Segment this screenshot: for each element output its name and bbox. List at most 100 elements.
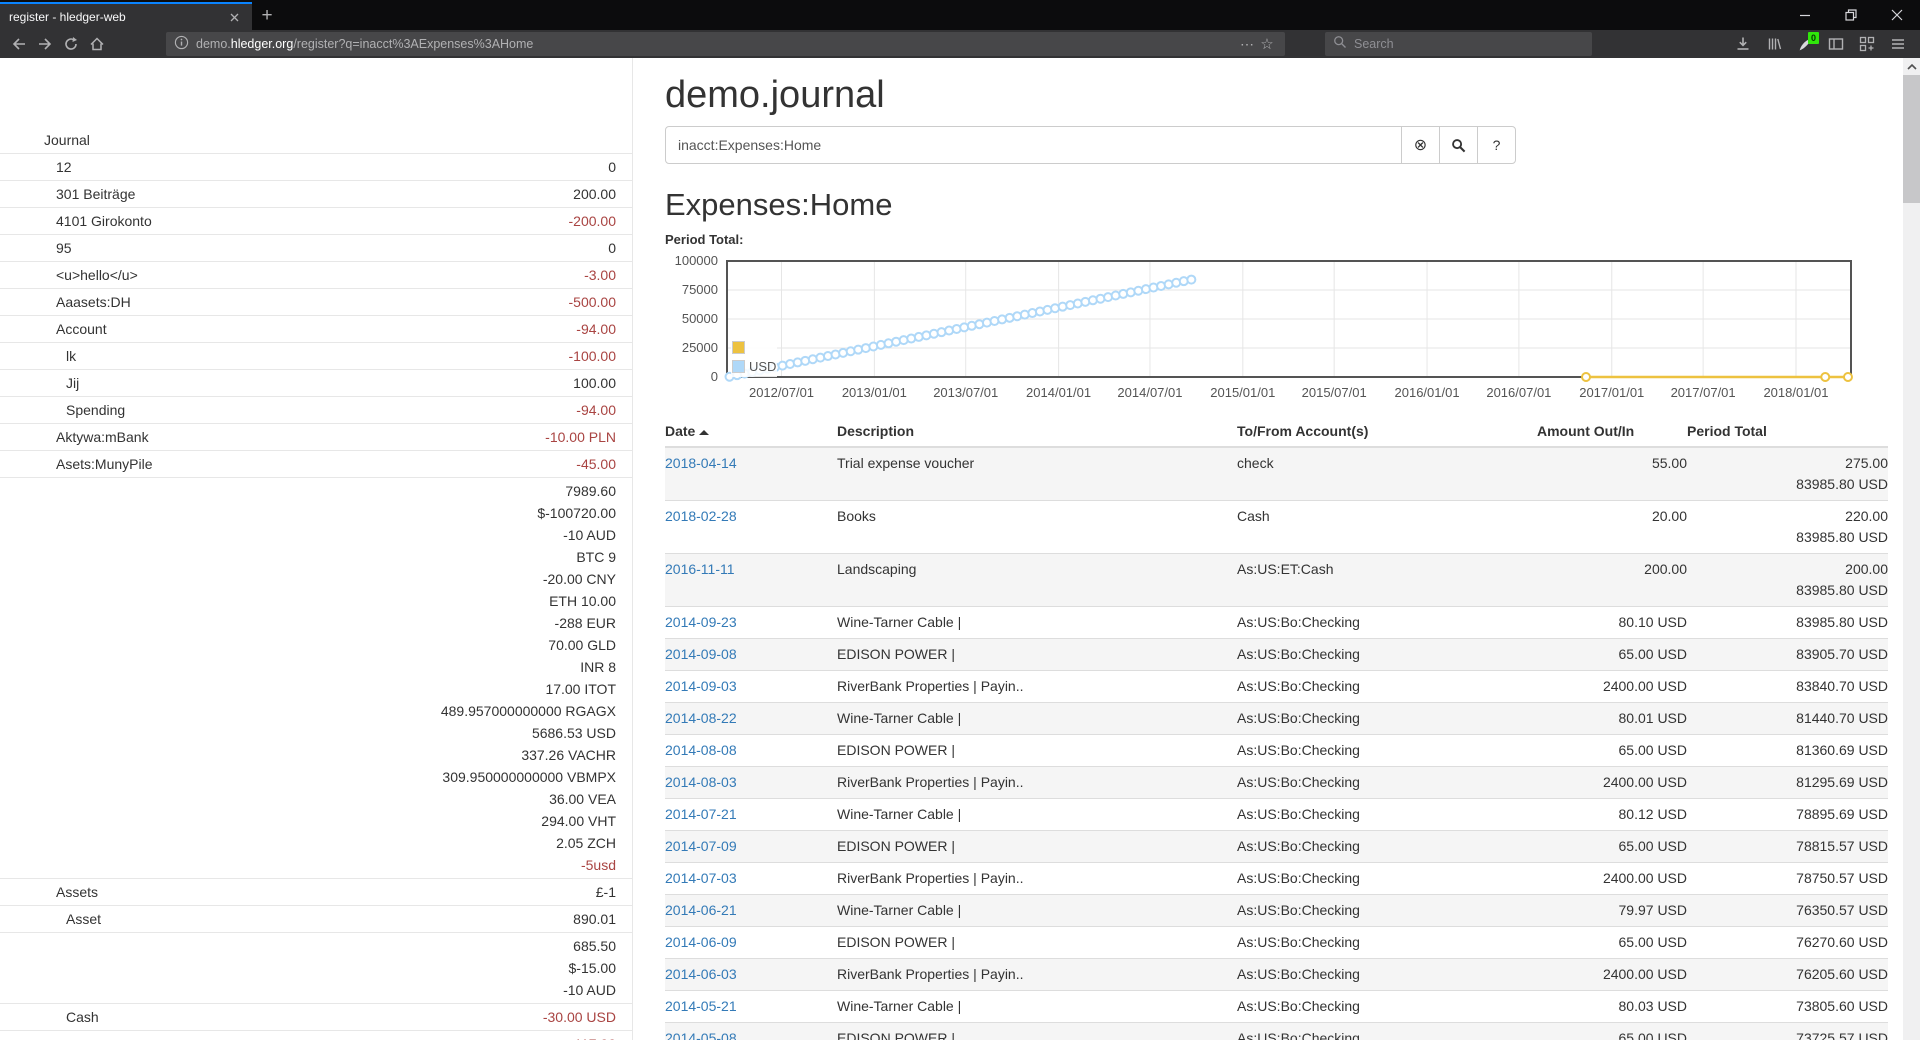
register-date-link[interactable]: 2014-06-21 bbox=[665, 902, 737, 918]
register-date-link[interactable]: 2014-07-21 bbox=[665, 806, 737, 822]
sidebar-account-link[interactable]: Aktywa:mBank bbox=[0, 426, 545, 448]
sidebar-account-link[interactable]: Spending bbox=[0, 399, 576, 421]
sidebar-account-link[interactable]: <u>hello</u> bbox=[0, 264, 584, 286]
page-scrollbar[interactable] bbox=[1903, 58, 1920, 1040]
register-account: As:US:Bo:Checking bbox=[1237, 735, 1537, 767]
register-date-link[interactable]: 2014-08-08 bbox=[665, 742, 737, 758]
balance-amount: INR 8 bbox=[441, 656, 616, 678]
sidebar-account-balance: 890.01 bbox=[573, 908, 616, 930]
sidebar-account-link[interactable]: Aaasets:DH bbox=[0, 291, 569, 313]
sidebar-account-link[interactable]: 12 bbox=[0, 156, 608, 178]
sidebar-account-link[interactable]: Assets bbox=[0, 881, 596, 903]
register-description: Wine-Tarner Cable | bbox=[837, 703, 1237, 735]
register-account: As:US:Bo:Checking bbox=[1237, 671, 1537, 703]
url-bar[interactable]: demo.hledger.org/register?q=inacct%3AExp… bbox=[166, 32, 1285, 56]
sidebar-account-balance: -117.00 bbox=[570, 1033, 616, 1040]
register-account: As:US:Bo:Checking bbox=[1237, 831, 1537, 863]
query-help-button[interactable]: ? bbox=[1477, 126, 1516, 164]
forward-icon[interactable] bbox=[32, 32, 58, 56]
browser-search-field[interactable]: Search bbox=[1325, 32, 1592, 56]
new-tab-button[interactable]: + bbox=[252, 2, 282, 30]
register-account: As:US:Bo:Checking bbox=[1237, 863, 1537, 895]
register-date-link[interactable]: 2014-08-22 bbox=[665, 710, 737, 726]
extension-icon[interactable]: 0 bbox=[1793, 32, 1817, 56]
register-date-link[interactable]: 2016-11-11 bbox=[665, 561, 735, 577]
browser-tab[interactable]: register - hledger-web bbox=[0, 2, 252, 30]
query-input[interactable] bbox=[665, 126, 1402, 164]
register-amount: 2400.00 USD bbox=[1537, 671, 1687, 703]
svg-text:2018/01/01: 2018/01/01 bbox=[1763, 385, 1828, 400]
sidebar-account-link[interactable]: Asset bbox=[0, 908, 573, 930]
account-heading: Expenses:Home bbox=[665, 188, 1888, 222]
screenshots-grid-icon[interactable] bbox=[1855, 32, 1879, 56]
download-icon[interactable] bbox=[1731, 32, 1755, 56]
sidebar-account-link[interactable]: 4101 Girokonto bbox=[0, 210, 569, 232]
tab-close-icon[interactable] bbox=[225, 8, 243, 26]
register-header-row: Date Description To/From Account(s) Amou… bbox=[665, 417, 1888, 447]
clear-query-button[interactable]: ⊗ bbox=[1401, 126, 1440, 164]
register-date-link[interactable]: 2014-09-03 bbox=[665, 678, 737, 694]
legend-label: USD bbox=[749, 359, 776, 374]
submit-query-button[interactable] bbox=[1439, 126, 1478, 164]
register-date-link[interactable]: 2014-07-09 bbox=[665, 838, 737, 854]
register-description: RiverBank Properties | Payin.. bbox=[837, 959, 1237, 991]
sidebar-toggle-icon[interactable] bbox=[1824, 32, 1848, 56]
window-minimize-button[interactable] bbox=[1782, 0, 1828, 30]
url-path: /register?q=inacct%3AExpenses%3AHome bbox=[293, 37, 533, 51]
menu-hamburger-icon[interactable] bbox=[1886, 32, 1910, 56]
register-description: Books bbox=[837, 501, 1237, 554]
chart-legend: USD bbox=[731, 337, 777, 377]
bookmark-star-icon[interactable]: ☆ bbox=[1257, 35, 1277, 53]
balance-amount: -45.00 bbox=[576, 453, 616, 475]
register-period-total: 78815.57 USD bbox=[1687, 831, 1888, 863]
window-close-button[interactable] bbox=[1874, 0, 1920, 30]
page-actions-icon[interactable]: ⋯ bbox=[1237, 36, 1257, 53]
register-period-total: 81360.69 USD bbox=[1687, 735, 1888, 767]
register-date-link[interactable]: 2014-06-03 bbox=[665, 966, 737, 982]
register-date-link[interactable]: 2018-02-28 bbox=[665, 508, 737, 524]
register-account: As:US:Bo:Checking bbox=[1237, 799, 1537, 831]
sidebar-account-row: Cash-30.00 USD bbox=[0, 1004, 632, 1031]
balance-amount: 2.05 ZCH bbox=[441, 832, 616, 854]
home-icon[interactable] bbox=[84, 32, 110, 56]
register-description: EDISON POWER | bbox=[837, 1023, 1237, 1040]
register-description: EDISON POWER | bbox=[837, 639, 1237, 671]
library-icon[interactable] bbox=[1762, 32, 1786, 56]
register-date-link[interactable]: 2018-04-14 bbox=[665, 455, 737, 471]
reload-icon[interactable] bbox=[58, 32, 84, 56]
register-description: Wine-Tarner Cable | bbox=[837, 895, 1237, 927]
register-date-link[interactable]: 2014-07-03 bbox=[665, 870, 737, 886]
chart-title: Period Total: bbox=[665, 232, 1888, 247]
window-restore-button[interactable] bbox=[1828, 0, 1874, 30]
register-description: RiverBank Properties | Payin.. bbox=[837, 767, 1237, 799]
sidebar-account-link[interactable]: Journal bbox=[0, 129, 616, 151]
register-row: 2014-07-09EDISON POWER |As:US:Bo:Checkin… bbox=[665, 831, 1888, 863]
balance-amount: 7989.60 bbox=[441, 480, 616, 502]
register-row: 2014-06-03 RiverBank Properties | Payin..… bbox=[665, 959, 1888, 991]
register-date-link[interactable]: 2014-09-08 bbox=[665, 646, 737, 662]
register-date-link[interactable]: 2014-05-08 bbox=[665, 1030, 737, 1040]
back-icon[interactable] bbox=[6, 32, 32, 56]
svg-text:100000: 100000 bbox=[675, 253, 718, 268]
register-row: 2014-09-08EDISON POWER |As:US:Bo:Checkin… bbox=[665, 639, 1888, 671]
scrollbar-thumb[interactable] bbox=[1903, 75, 1920, 203]
register-date-link[interactable]: 2014-05-21 bbox=[665, 998, 737, 1014]
header-date[interactable]: Date bbox=[665, 417, 837, 447]
register-date-link[interactable]: 2014-06-09 bbox=[665, 934, 737, 950]
balance-amount: BTC 9 bbox=[441, 546, 616, 568]
sidebar-account-link[interactable]: lk bbox=[0, 345, 569, 367]
site-info-icon[interactable] bbox=[174, 35, 189, 53]
sidebar-account-link[interactable]: Jij bbox=[0, 372, 573, 394]
sidebar-account-link[interactable]: 301 Beiträge bbox=[0, 183, 573, 205]
scrollbar-up-arrow[interactable] bbox=[1903, 58, 1920, 75]
register-amount: 65.00 USD bbox=[1537, 831, 1687, 863]
register-date-link[interactable]: 2014-09-23 bbox=[665, 614, 737, 630]
query-form: ⊗ ? bbox=[665, 126, 1516, 164]
header-period-total: Period Total bbox=[1687, 417, 1888, 447]
sidebar-account-link[interactable]: 95 bbox=[0, 237, 608, 259]
sidebar-account-link[interactable]: Account bbox=[0, 318, 576, 340]
sidebar-account-link[interactable]: Cash bbox=[0, 1006, 543, 1028]
sidebar-account-link[interactable]: Asets:MunyPile bbox=[0, 453, 576, 475]
balance-amount: 890.01 bbox=[573, 908, 616, 930]
register-date-link[interactable]: 2014-08-03 bbox=[665, 774, 737, 790]
